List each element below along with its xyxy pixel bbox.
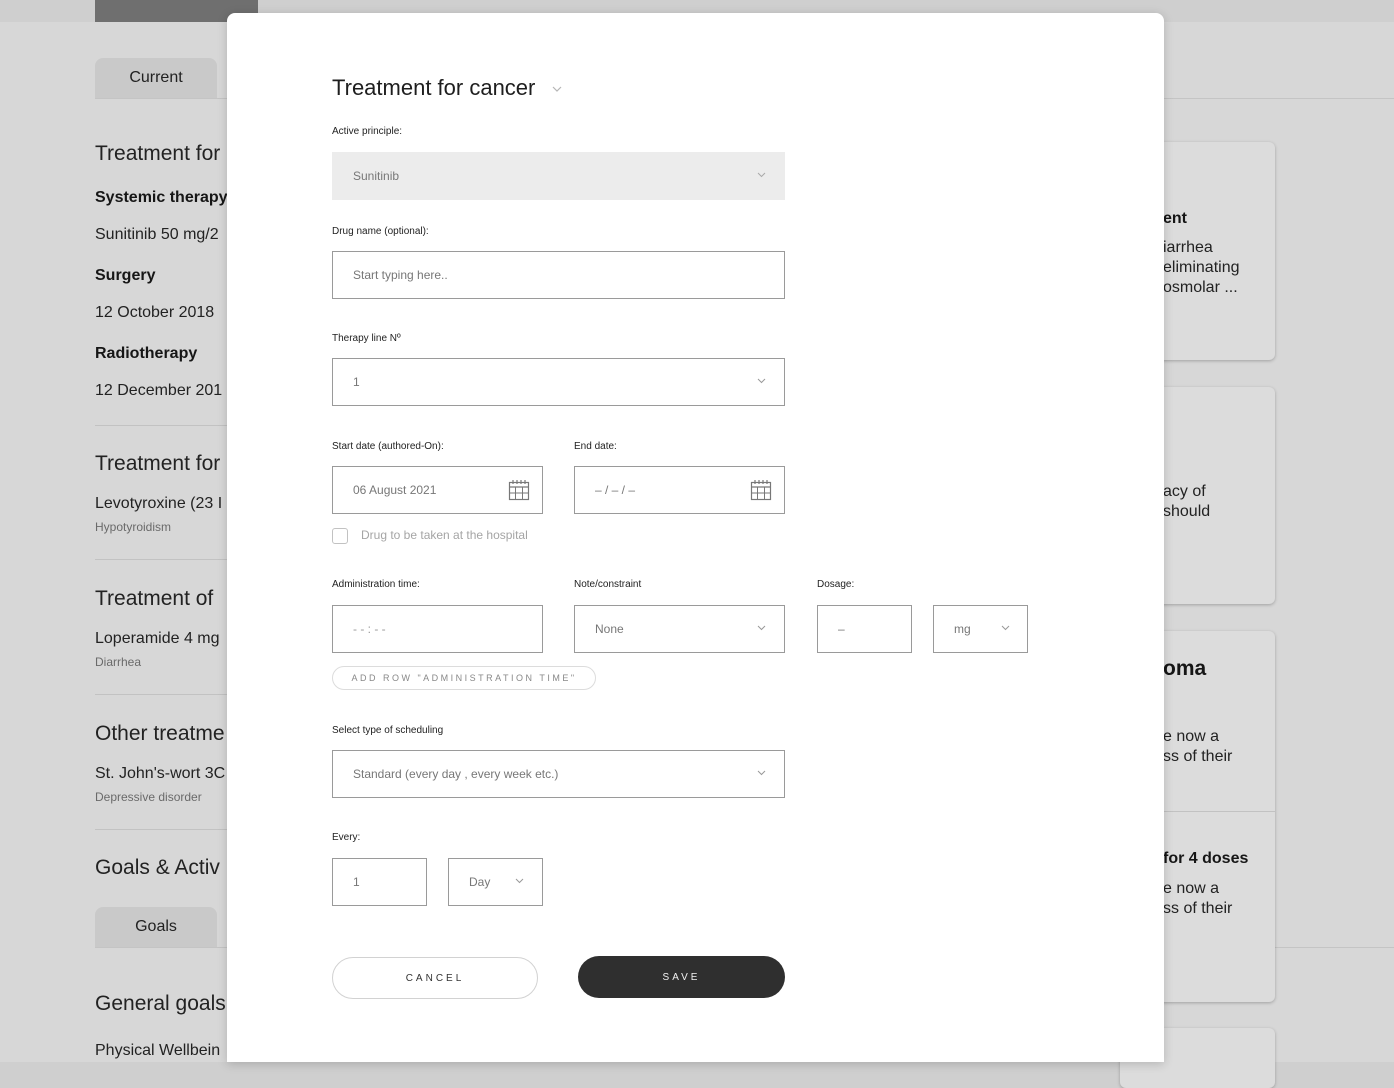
info-card-text: e now a [1163, 880, 1220, 897]
start-date-value: 06 August 2021 [353, 483, 437, 497]
calendar-icon[interactable] [750, 479, 772, 501]
tab-current[interactable]: Current [95, 58, 217, 98]
info-card-title: for 4 doses [1163, 850, 1249, 867]
every-unit-value: Day [469, 875, 491, 889]
every-value: 1 [353, 875, 360, 889]
hospital-checkbox[interactable] [332, 528, 348, 544]
info-card-title: oma [1163, 657, 1207, 680]
hypothyroidism-label: Hypotyroidism [95, 520, 172, 534]
info-card-text: eliminating [1163, 259, 1240, 276]
info-card-text: ss of their [1163, 900, 1233, 917]
drug-name-placeholder: Start typing here.. [353, 268, 448, 282]
section-heading-goals-activities: Goals & Activ [95, 856, 220, 879]
cancel-button[interactable]: CANCEL [332, 957, 538, 999]
info-card-text: ss of their [1163, 748, 1233, 765]
dosage-label: Dosage: [817, 579, 855, 590]
chevron-down-icon [515, 878, 524, 884]
drug-name-label: Drug name (optional): [332, 226, 429, 237]
depressive-disorder-label: Depressive disorder [95, 790, 202, 804]
info-card-text: e now a [1163, 728, 1220, 745]
scheduling-value: Standard (every day , every week etc.) [353, 767, 559, 781]
section-heading-general-goals: General goals [95, 992, 226, 1015]
calendar-icon[interactable] [508, 479, 530, 501]
every-unit-select[interactable]: Day [448, 858, 543, 906]
chevron-down-icon [757, 172, 766, 178]
hospital-checkbox-label[interactable]: Drug to be taken at the hospital [361, 528, 528, 542]
scheduling-select[interactable]: Standard (every day , every week etc.) [332, 750, 785, 798]
dosage-unit-select[interactable]: mg [933, 605, 1028, 653]
sunitinib-entry[interactable]: Sunitinib 50 mg/2 [95, 226, 219, 244]
diarrhea-label: Diarrhea [95, 655, 142, 669]
section-heading-treatment: Treatment for [95, 142, 221, 165]
chevron-down-icon[interactable] [551, 85, 563, 93]
every-label: Every: [332, 832, 361, 843]
loperamide-entry[interactable]: Loperamide 4 mg [95, 630, 220, 648]
st-johns-wort-entry[interactable]: St. John's-wort 3C [95, 765, 225, 783]
active-principle-select: Sunitinib [332, 152, 785, 200]
note-constraint-value: None [595, 622, 624, 636]
end-date-label: End date: [574, 441, 617, 452]
therapy-line-value: 1 [353, 375, 360, 389]
dosage-unit-value: mg [954, 622, 971, 636]
end-date-value: – / – / – [595, 483, 636, 497]
info-card-text: should [1163, 503, 1211, 520]
chevron-down-icon [757, 770, 766, 776]
physical-wellbeing-entry[interactable]: Physical Wellbein [95, 1042, 220, 1060]
radiotherapy-heading: Radiotherapy [95, 345, 198, 362]
treatment-modal: Treatment for cancer Active principle: S… [227, 13, 1164, 1062]
administration-time-label: Administration time: [332, 579, 420, 590]
therapy-line-label: Therapy line Nº [332, 333, 401, 344]
section-heading-treatment-2: Treatment for [95, 452, 221, 475]
divider [95, 694, 235, 695]
start-date-label: Start date (authored-On): [332, 441, 444, 452]
note-constraint-label: Note/constraint [574, 579, 642, 590]
info-card-text: acy of [1163, 483, 1206, 500]
dosage-input[interactable]: – [817, 605, 912, 653]
section-heading-treatment-3: Treatment of [95, 587, 214, 610]
divider [95, 425, 235, 426]
info-card-text: iarrhea [1163, 239, 1213, 256]
chevron-down-icon [757, 625, 766, 631]
radiotherapy-date: 12 December 201 [95, 382, 223, 399]
scheduling-label: Select type of scheduling [332, 725, 444, 736]
systemic-therapy-heading: Systemic therapy [95, 189, 228, 206]
every-input[interactable]: 1 [332, 858, 427, 906]
divider [95, 829, 235, 830]
active-principle-value: Sunitinib [353, 169, 400, 183]
therapy-line-select[interactable]: 1 [332, 358, 785, 406]
administration-time-value: - - : - - [353, 622, 386, 636]
add-row-administration-time-button[interactable]: ADD ROW "ADMINISTRATION TIME" [332, 666, 596, 690]
end-date-input[interactable]: – / – / – [574, 466, 785, 514]
start-date-input[interactable]: 06 August 2021 [332, 466, 543, 514]
info-card-title: ent [1163, 210, 1187, 227]
card-divider [1163, 811, 1275, 812]
info-card-text: osmolar ... [1163, 279, 1238, 296]
active-principle-label: Active principle: [332, 126, 403, 137]
divider [95, 559, 235, 560]
surgery-heading: Surgery [95, 267, 156, 284]
section-heading-other-treatments: Other treatme [95, 722, 225, 745]
tab-goals[interactable]: Goals [95, 907, 217, 947]
levothyroxine-entry[interactable]: Levotyroxine (23 I [95, 495, 222, 513]
chevron-down-icon [1001, 625, 1010, 631]
note-constraint-select[interactable]: None [574, 605, 785, 653]
save-button[interactable]: SAVE [578, 956, 785, 998]
administration-time-input[interactable]: - - : - - [332, 605, 543, 653]
chevron-down-icon [757, 378, 766, 384]
drug-name-input[interactable]: Start typing here.. [332, 251, 785, 299]
surgery-date: 12 October 2018 [95, 304, 215, 321]
dosage-value: – [838, 622, 845, 636]
modal-title[interactable]: Treatment for cancer [332, 75, 535, 101]
